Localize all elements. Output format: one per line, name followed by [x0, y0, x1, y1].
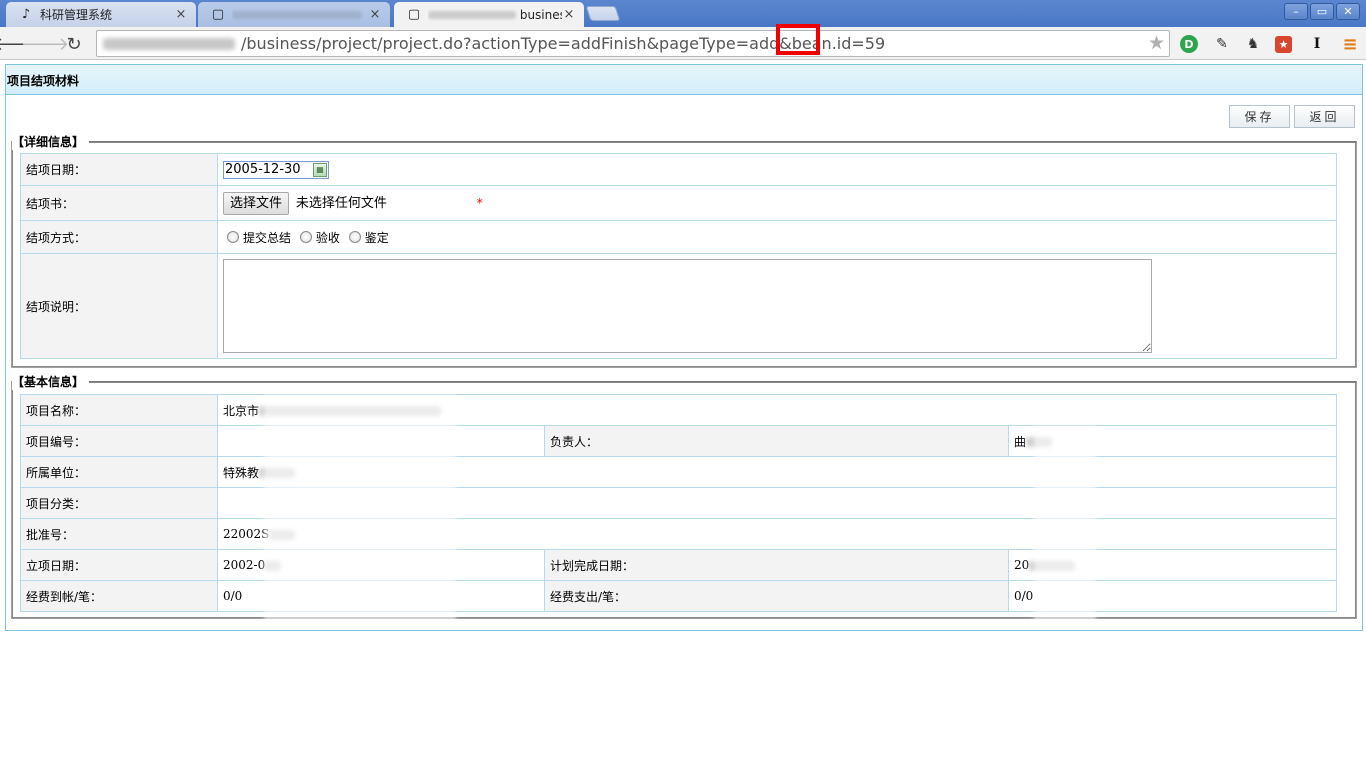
extension-evernote-icon[interactable]: ♞ [1243, 34, 1263, 54]
extension-star-icon[interactable]: ★ [1275, 36, 1292, 53]
method-option-label: 鉴定 [364, 230, 389, 245]
minimize-button[interactable]: – [1284, 3, 1308, 20]
approval-number-label: 批准号： [20, 518, 218, 550]
page-container: 项目结项材料 保存 返回 【详细信息】 结项日期： 2005-12-30 ▦ 结… [5, 64, 1363, 631]
method-radio-appraisal[interactable] [348, 230, 361, 243]
page-icon: ▢ [407, 7, 421, 22]
method-label: 结项方式： [20, 220, 218, 254]
forward-arrow-icon[interactable]: 🡒 [21, 33, 69, 55]
address-bar[interactable]: /business/project/project.do?actionType=… [96, 30, 1170, 57]
table-row: 结项说明： [20, 253, 1337, 359]
url-host-redacted [103, 37, 235, 50]
project-number-label: 项目编号： [20, 425, 218, 457]
table-row: 所属单位： 特殊教 [20, 456, 1337, 488]
tab-title: busines [428, 8, 562, 22]
table-row: 项目名称： 北京市 [20, 394, 1337, 426]
extension-i-icon[interactable]: I [1307, 34, 1327, 54]
browser-toolbar: 🡐 🡒 ↻ /business/project/project.do?actio… [0, 27, 1366, 60]
page-icon: ▢ [211, 7, 225, 22]
method-radio-summary[interactable] [227, 230, 239, 243]
redaction-overlay [1034, 425, 1096, 621]
save-button[interactable]: 保存 [1229, 105, 1290, 128]
tab-title-text: busines [519, 7, 562, 22]
finish-date-value: 2005-12-30 [225, 162, 301, 177]
close-window-button[interactable]: ✕ [1336, 3, 1360, 20]
table-row: 项目编号： 负责人： 曲 [20, 425, 1337, 457]
restore-button[interactable]: ▭ [1310, 3, 1334, 20]
no-file-text: 未选择任何文件 [295, 195, 387, 211]
redaction-overlay [264, 395, 456, 621]
browser-titlebar: ♪ 科研管理系统 × ▢ × ▢ busines × – ▭ ✕ [0, 0, 1366, 27]
menu-icon[interactable]: ≡ [1340, 34, 1360, 55]
browser-tab-2[interactable]: ▢ × [198, 2, 390, 27]
choose-file-button[interactable]: 选择文件 [223, 191, 290, 215]
table-row: 结项方式： 提交总结 验收 鉴定 [20, 220, 1337, 254]
back-button[interactable]: 返回 [1294, 105, 1355, 128]
browser-tab-3[interactable]: ▢ busines × [394, 2, 584, 27]
funds-received-label: 经费到帐/笔： [20, 580, 218, 612]
project-name-label: 项目名称： [20, 394, 218, 426]
table-row: 经费到帐/笔： 0/0 经费支出/笔： 0/0 [20, 580, 1337, 612]
tab-title [232, 8, 368, 22]
basic-legend: 【基本信息】 [12, 373, 90, 390]
plan-end-date-value: 20 [1014, 558, 1030, 572]
table-row: 立项日期： 2002-0 计划完成日期： 20 [20, 549, 1337, 581]
unit-value: 特殊教 [223, 465, 260, 480]
category-label: 项目分类： [20, 487, 218, 519]
bookmark-star-icon[interactable]: ★ [1148, 32, 1165, 54]
page-title: 项目结项材料 [6, 65, 1362, 95]
leader-label: 负责人： [544, 425, 1009, 457]
extension-tool-icon[interactable]: ✎ [1212, 34, 1232, 54]
start-date-label: 立项日期： [20, 549, 218, 581]
table-row: 项目分类： [20, 487, 1337, 519]
report-label: 结项书： [20, 185, 218, 221]
close-tab-icon[interactable]: × [174, 7, 188, 22]
leader-value: 曲 [1014, 434, 1027, 449]
calendar-icon[interactable]: ▦ [313, 162, 327, 177]
finish-date-field[interactable]: 2005-12-30 ▦ [223, 160, 329, 179]
description-label: 结项说明： [20, 253, 218, 359]
browser-tab-1[interactable]: ♪ 科研管理系统 × [6, 2, 196, 27]
approval-number-value: 22002S [223, 527, 270, 541]
funds-spent-label: 经费支出/笔： [544, 580, 1009, 612]
extension-green-icon[interactable]: D [1180, 35, 1198, 53]
detail-table: 结项日期： 2005-12-30 ▦ 结项书： 选择文件 未选择任何文件 * 结… [20, 153, 1337, 359]
table-row: 结项日期： 2005-12-30 ▦ [20, 153, 1337, 186]
new-tab-button[interactable] [585, 6, 621, 21]
table-row: 批准号： 22002S [20, 518, 1337, 550]
reload-icon[interactable]: ↻ [63, 33, 85, 55]
unit-label: 所属单位： [20, 456, 218, 488]
site-logo-icon: ♪ [21, 7, 31, 22]
start-date-value: 2002-0 [223, 558, 266, 572]
method-option-label: 提交总结 [243, 230, 292, 245]
description-textarea[interactable] [223, 259, 1152, 353]
tab-title: 科研管理系统 [40, 8, 113, 22]
method-radio-acceptance[interactable] [299, 230, 312, 243]
plan-end-date-label: 计划完成日期： [544, 549, 1009, 581]
table-row: 结项书： 选择文件 未选择任何文件 * [20, 185, 1337, 221]
url-highlight-annotation [776, 24, 820, 55]
project-name-value: 北京市 [223, 403, 260, 418]
basic-table: 项目名称： 北京市 项目编号： 负责人： 曲 所属单位： 特殊教 项目分类： 批… [20, 394, 1337, 612]
close-tab-icon[interactable]: × [562, 7, 576, 22]
detail-legend: 【详细信息】 [12, 133, 90, 150]
close-tab-icon[interactable]: × [368, 7, 382, 22]
required-mark: * [476, 195, 483, 210]
finish-date-label: 结项日期： [20, 153, 218, 186]
method-option-label: 验收 [315, 230, 340, 245]
